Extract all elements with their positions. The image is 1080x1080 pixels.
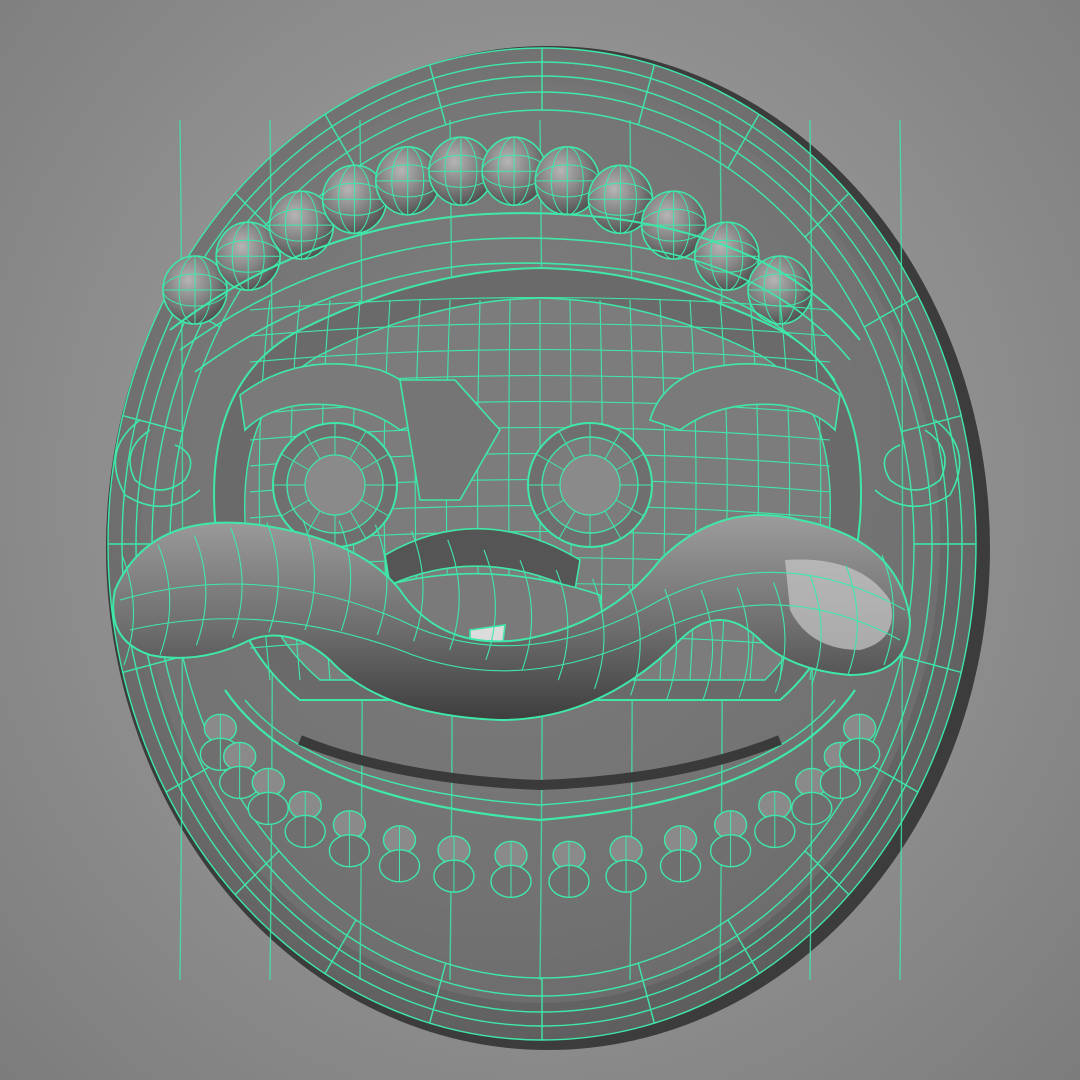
wireframe-medallion-render: [106, 46, 990, 1050]
eye: [527, 422, 653, 548]
tooth-bead: [433, 835, 475, 893]
tooth-bead: [659, 825, 702, 883]
tooth-bead: [709, 810, 752, 868]
tooth-bead: [548, 840, 590, 899]
tooth-bead: [605, 835, 647, 893]
tooth-bead: [490, 840, 532, 899]
eye: [272, 422, 398, 548]
3d-viewport[interactable]: [0, 0, 1080, 1080]
tooth-bead: [838, 713, 881, 771]
tooth-bead: [218, 741, 261, 800]
tooth-bead: [284, 790, 326, 849]
tooth-bead: [378, 825, 421, 883]
tooth-bead: [247, 767, 289, 826]
tooth-bead: [328, 810, 371, 868]
tooth-bead: [754, 790, 796, 849]
